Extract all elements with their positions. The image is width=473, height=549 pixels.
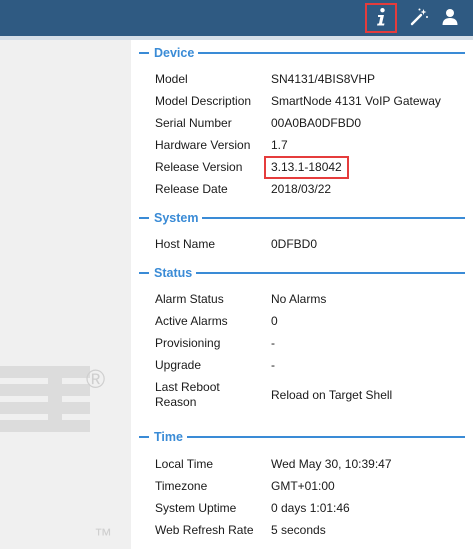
row-label: Host Name (155, 237, 216, 251)
row-value: Wed May 30, 10:39:47 (271, 457, 392, 471)
row-value: 0 days 1:01:46 (271, 501, 350, 515)
row-value: 0DFBD0 (271, 237, 318, 251)
row-value: 0 (271, 314, 278, 328)
section-device-title: Device (154, 46, 195, 60)
row-value: SmartNode 4131 VoIP Gateway (271, 94, 441, 108)
row-value: GMT+01:00 (271, 479, 335, 493)
top-header-bar (0, 0, 473, 40)
row-label: Timezone (155, 479, 208, 493)
user-icon (441, 8, 459, 29)
release-version-value: 3.13.1-18042 (264, 156, 349, 179)
watermark-logo (0, 360, 131, 440)
magic-wand-icon (409, 7, 429, 30)
left-navigation-panel (0, 40, 131, 549)
section-system-header: System (139, 210, 465, 226)
row-label: Release Version (155, 160, 243, 174)
row-value: No Alarms (271, 292, 327, 306)
info-button[interactable] (365, 3, 397, 33)
row-value: - (271, 358, 275, 372)
row-label: Serial Number (155, 116, 232, 130)
row-value: 5 seconds (271, 523, 326, 537)
section-status-header: Status (139, 265, 465, 281)
wizard-button[interactable] (404, 4, 434, 32)
section-time-title: Time (154, 430, 183, 444)
info-icon (373, 7, 389, 30)
row-label: System Uptime (155, 501, 237, 515)
row-value: 1.7 (271, 138, 288, 152)
row-value: 2018/03/22 (271, 182, 332, 196)
row-value: - (271, 336, 275, 350)
row-label: Provisioning (155, 336, 221, 350)
section-time-header: Time (139, 429, 465, 445)
row-label: Alarm Status (155, 292, 224, 306)
section-system-title: System (154, 211, 199, 225)
section-device-header: Device (139, 45, 465, 61)
user-button[interactable] (435, 4, 465, 32)
row-value: Reload on Target Shell (271, 388, 393, 402)
trademark-mark: ™ (94, 525, 112, 545)
row-label: Last Reboot Reason (155, 380, 220, 409)
row-label: Upgrade (155, 358, 202, 372)
row-label: Hardware Version (155, 138, 251, 152)
registered-mark: ® (86, 364, 106, 394)
system-info-content: Device Model SN4131/4BIS8VHP Model Descr… (131, 40, 473, 549)
row-value: SN4131/4BIS8VHP (271, 72, 376, 86)
row-label: Active Alarms (155, 314, 228, 328)
section-status-title: Status (154, 266, 193, 280)
row-label: Local Time (155, 457, 214, 471)
row-label: Model Description (155, 94, 252, 108)
row-label: Model (155, 72, 188, 86)
row-value: 00A0BA0DFBD0 (271, 116, 362, 130)
row-label: Release Date (155, 182, 228, 196)
row-label: Web Refresh Rate (155, 523, 254, 537)
